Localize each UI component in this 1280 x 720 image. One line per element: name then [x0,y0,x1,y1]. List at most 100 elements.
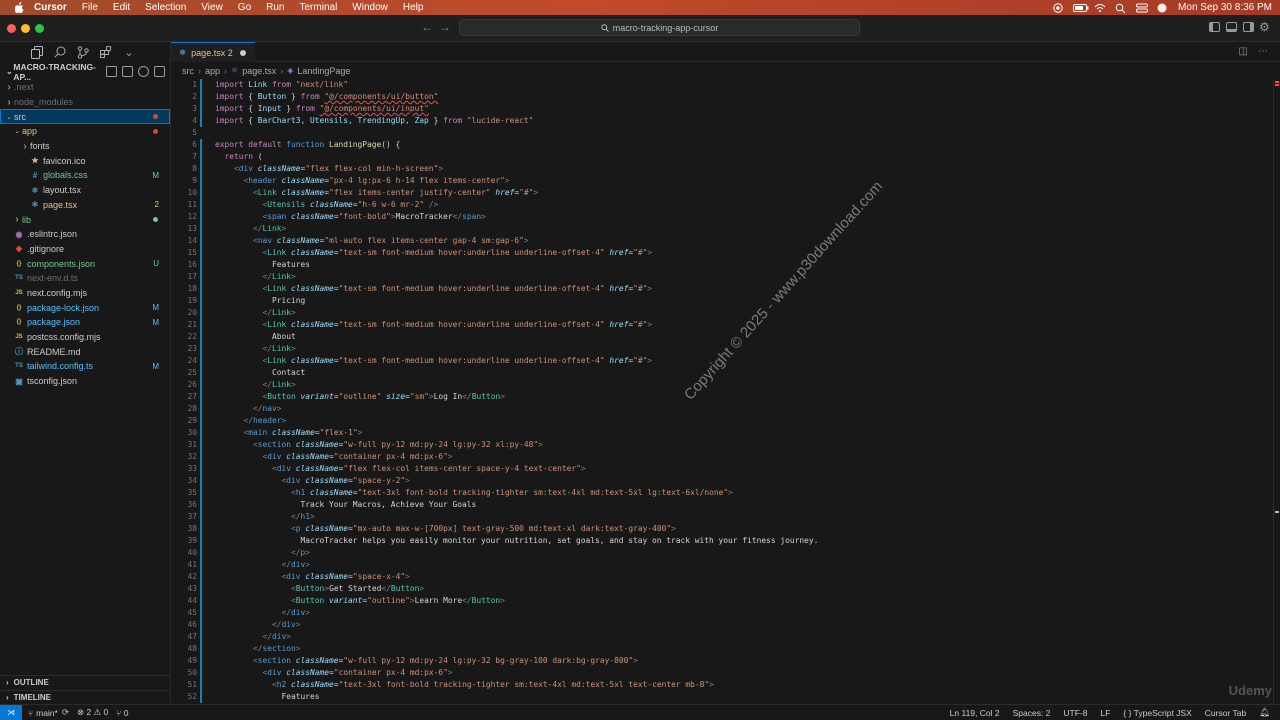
outline-section-header[interactable]: › OUTLINE [0,675,170,689]
code-line[interactable]: 32 <div className="container px-4 md:px-… [171,451,1271,463]
breadcrumb-symbol[interactable]: LandingPage [297,66,350,76]
tab-page-tsx[interactable]: ⚛ page.tsx 2 [171,42,255,62]
menu-selection[interactable]: Selection [145,2,186,13]
menubar-clock[interactable]: Mon Sep 30 8:36 PM [1178,2,1272,13]
toggle-panel-icon[interactable] [1226,22,1237,32]
code-line[interactable]: 31 <section className="w-full py-12 md:p… [171,439,1271,451]
code-line[interactable]: 27 <Button variant="outline" size="sm">L… [171,391,1271,403]
menu-edit[interactable]: Edit [113,2,130,13]
code-editor[interactable]: 1 import Link from "next/link" 2 import { B… [171,79,1271,704]
tree-folder[interactable]: › .next [0,80,170,95]
code-line[interactable]: 48 </section> [171,643,1271,655]
code-line[interactable]: 39 MacroTracker helps you easily monitor… [171,535,1271,547]
tree-file[interactable]: ◆ .gitignore [0,242,170,257]
code-line[interactable]: 2 import { Button } from "@/components/ui… [171,91,1271,103]
menu-view[interactable]: View [201,2,223,13]
unsaved-dot-icon[interactable] [239,49,246,56]
wifi-icon[interactable] [1094,3,1106,12]
refresh-icon[interactable] [138,66,149,77]
menu-help[interactable]: Help [403,2,424,13]
tree-file[interactable]: JS next.config.mjs [0,286,170,301]
tree-file[interactable]: ⓘ README.md [0,344,170,359]
end-of-line[interactable]: LF [1101,708,1111,718]
tree-file[interactable]: ★ favicon.ico [0,153,170,168]
forward-arrow-icon[interactable]: → [438,20,452,36]
code-line[interactable]: 29 </header> [171,415,1271,427]
code-line[interactable]: 10 <Link className="flex items-center ju… [171,187,1271,199]
code-line[interactable]: 49 <section className="w-full py-12 md:p… [171,655,1271,667]
tree-file[interactable]: JS postcss.config.mjs [0,330,170,345]
search-icon[interactable] [1115,3,1127,14]
code-line[interactable]: 1 import Link from "next/link" [171,79,1271,91]
indentation[interactable]: Spaces: 2 [1013,708,1051,718]
tree-file[interactable]: ⚛ page.tsx 2 [0,198,170,213]
minimize-window-button[interactable] [21,24,30,33]
code-line[interactable]: 34 <div className="space-y-2"> [171,475,1271,487]
more-actions-icon[interactable]: ⋯ [1258,46,1268,57]
tree-file[interactable]: {} package.json M [0,315,170,330]
menu-file[interactable]: File [82,2,98,13]
new-file-icon[interactable] [106,66,117,77]
code-line[interactable]: 37 </h1> [171,511,1271,523]
extensions-icon[interactable] [99,45,113,59]
code-line[interactable]: 33 <div className="flex flex-col items-c… [171,463,1271,475]
battery-icon[interactable] [1073,3,1089,12]
new-folder-icon[interactable] [122,66,133,77]
tree-file[interactable]: TS tailwind.config.ts M [0,359,170,374]
settings-gear-icon[interactable]: ⚙ [1259,20,1270,34]
code-line[interactable]: 47 </div> [171,631,1271,643]
tree-file[interactable]: TS next-env.d.ts [0,271,170,286]
code-line[interactable]: 43 <Button>Get Started</Button> [171,583,1271,595]
record-icon[interactable] [1052,3,1064,13]
code-line[interactable]: 8 <div className="flex flex-col min-h-sc… [171,163,1271,175]
code-line[interactable]: 19 Pricing [171,295,1271,307]
code-line[interactable]: 24 <Link className="text-sm font-medium … [171,355,1271,367]
menu-terminal[interactable]: Terminal [300,2,338,13]
code-line[interactable]: 28 </nav> [171,403,1271,415]
back-arrow-icon[interactable]: ← [420,20,434,36]
remote-indicator-icon[interactable]: ⋊ [0,705,22,720]
split-editor-icon[interactable]: ◫ [1239,46,1248,57]
code-line[interactable]: 25 Contact [171,367,1271,379]
code-line[interactable]: 15 <Link className="text-sm font-medium … [171,247,1271,259]
git-branch[interactable]: main* [36,708,58,718]
bell-icon[interactable]: 🔔︎ [1259,707,1270,718]
cursor-position[interactable]: Ln 119, Col 2 [950,708,1000,718]
tree-folder[interactable]: ⌄ src [0,109,170,125]
breadcrumb-app[interactable]: app [205,66,220,76]
code-line[interactable]: 46 </div> [171,619,1271,631]
toggle-primary-sidebar-icon[interactable] [1209,22,1220,32]
code-line[interactable]: 13 </Link> [171,223,1271,235]
code-line[interactable]: 3 import { Input } from "@/components/ui/… [171,103,1271,115]
menu-run[interactable]: Run [266,2,284,13]
tree-file[interactable]: ◉ .eslintrc.json [0,227,170,242]
code-line[interactable]: 4 import { BarChart3, Utensils, TrendingU… [171,115,1271,127]
ports-count[interactable]: ⑂ 0 [116,708,128,718]
tree-file[interactable]: {} package-lock.json M [0,300,170,315]
code-line[interactable]: 44 <Button variant="outline">Learn More<… [171,595,1271,607]
collapse-all-icon[interactable] [154,66,165,77]
language-mode[interactable]: { } TypeScript JSX [1123,708,1191,718]
encoding[interactable]: UTF-8 [1063,708,1087,718]
code-line[interactable]: 12 <span className="font-bold">MacroTrac… [171,211,1271,223]
apple-logo-icon[interactable] [12,0,26,15]
code-line[interactable]: 30 <main className="flex-1"> [171,427,1271,439]
toggle-secondary-sidebar-icon[interactable] [1243,22,1254,32]
cursor-tab[interactable]: Cursor Tab [1205,708,1246,718]
tree-folder[interactable]: › node_modules [0,95,170,110]
tree-folder[interactable]: › lib [0,212,170,227]
code-line[interactable]: 17 </Link> [171,271,1271,283]
control-center-icon[interactable] [1136,3,1149,13]
menu-app-name[interactable]: Cursor [34,2,67,13]
overview-ruler[interactable] [1273,79,1280,704]
tree-file[interactable]: ⚛ layout.tsx [0,183,170,198]
tree-file[interactable]: ▣ tsconfig.json [0,374,170,389]
code-line[interactable]: 50 <div className="container px-4 md:px-… [171,667,1271,679]
code-line[interactable]: 9 <header className="px-4 lg:px-6 h-14 f… [171,175,1271,187]
code-line[interactable]: 5 [171,127,1271,139]
code-line[interactable]: 45 </div> [171,607,1271,619]
menu-go[interactable]: Go [238,2,251,13]
code-line[interactable]: 22 About [171,331,1271,343]
code-line[interactable]: 51 <h2 className="text-3xl font-bold tra… [171,679,1271,691]
source-control-icon[interactable] [76,45,90,59]
